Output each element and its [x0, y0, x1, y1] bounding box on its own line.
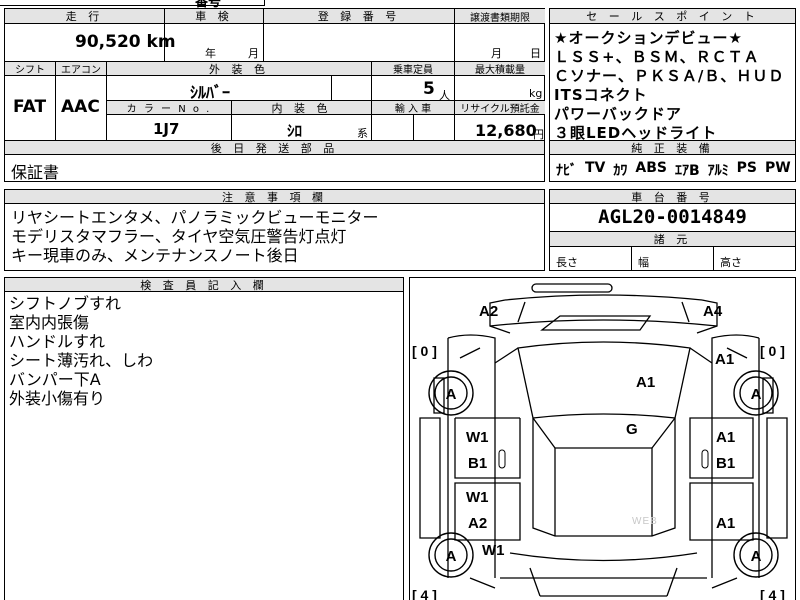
dim-length-label: 長さ — [556, 256, 578, 269]
capacity-header: 乗車定員 — [372, 62, 454, 76]
equipment-item: ｴｱB — [674, 163, 700, 179]
inspector-header: 検 査 員 記 入 欄 — [5, 278, 403, 292]
aircon-header: エアコン — [56, 62, 106, 76]
interior-color-suffix: 系 — [357, 127, 368, 140]
watermark: WEB — [632, 516, 658, 527]
tread-label: [ 4 ] — [760, 587, 785, 600]
chassis-header: 車 台 番 号 — [550, 190, 795, 204]
equipment-item: ABS — [635, 160, 667, 176]
equipment-item: ｱﾙﾐ — [707, 163, 729, 179]
top-fragment-line — [0, 0, 265, 6]
equipment-item: TV — [585, 160, 606, 176]
damage-code: A2 — [468, 515, 487, 532]
equipment-item: PS — [736, 160, 757, 176]
transfer-month-unit: 月 — [491, 47, 502, 60]
equipment-item: ﾅﾋﾞ — [556, 163, 577, 179]
selling-point-line: パワーバックドア — [554, 105, 682, 123]
selling-point-line: Ｃソナー、ＰＫＳＡ/Ｂ、ＨＵＤ — [554, 67, 785, 85]
damage-code: A1 — [715, 351, 734, 368]
inspector-line: 室内内張傷 — [9, 313, 90, 332]
inspector-line: シフトノブすれ — [9, 294, 122, 313]
damage-code: G — [626, 421, 638, 438]
interior-color-value: ｼﾛ — [287, 122, 303, 140]
car-diagram: WEB [ 0 ] [ 0 ] [ 4 ] [ 4 ] A A A A A2 A… — [412, 283, 788, 600]
note-line: キー現車のみ、メンテナンスノート後日 — [11, 246, 299, 265]
shipping-item: 保証書 — [11, 163, 60, 182]
wheel-mark: A — [446, 548, 457, 565]
color-no-value: 1J7 — [153, 120, 180, 138]
recycle-header: リサイクル預託金 — [455, 101, 545, 115]
damage-code: A1 — [716, 429, 735, 446]
inspector-line: ハンドルすれ — [9, 332, 106, 351]
wheel-mark: A — [446, 386, 457, 403]
transfer-header: 譲渡書類期限 — [455, 9, 545, 24]
tread-label: [ 4 ] — [412, 587, 437, 600]
color-no-header: カ ラ ー N o . — [107, 101, 231, 115]
equipment-list: ﾅﾋﾞ TV ｶﾜ ABS ｴｱB ｱﾙﾐ PS PW — [556, 160, 791, 180]
damage-code: A1 — [636, 374, 655, 391]
chassis-box: 車 台 番 号 AGL20-0014849 諸 元 長さ 幅 高さ — [549, 189, 796, 271]
max-load-unit: kg — [529, 87, 543, 100]
equipment-item: ｶﾜ — [613, 163, 628, 179]
selling-points-box: セ ー ル ス ポ イ ン ト ★オークションデビュー★ ＬＳＳ+、ＢＳＭ、ＲＣ… — [549, 8, 796, 142]
damage-code: B1 — [468, 455, 487, 472]
note-line: リヤシートエンタメ、パノラミックビューモニター — [11, 208, 379, 227]
inspector-line: バンパー下A — [9, 370, 101, 389]
damage-code: W1 — [466, 489, 489, 506]
damage-code: W1 — [482, 542, 505, 559]
note-line: モデリスタマフラー、タイヤ空気圧警告灯点灯 — [11, 227, 347, 246]
damage-code: A2 — [479, 303, 498, 320]
shift-header: シフト — [5, 62, 55, 76]
registration-header: 登 録 番 号 — [264, 9, 454, 24]
mileage-header: 走 行 — [5, 9, 164, 24]
equipment-item: PW — [765, 160, 791, 176]
selling-point-line: ＬＳＳ+、ＢＳＭ、ＲＣＴＡ — [554, 48, 760, 66]
inspector-line: 外装小傷有り — [9, 389, 106, 408]
inspector-box: 検 査 員 記 入 欄 シフトノブすれ 室内内張傷 ハンドルすれ シート薄汚れ、… — [4, 277, 404, 600]
selling-point-line: ３眼LEDヘッドライト — [554, 124, 718, 142]
wheel-mark: A — [751, 386, 762, 403]
shipping-header: 後 日 発 送 部 品 — [5, 141, 544, 155]
tread-label: [ 0 ] — [760, 343, 785, 359]
inspection-year-unit: 年 — [205, 47, 216, 60]
notes-header: 注 意 事 項 欄 — [5, 190, 544, 204]
damage-diagram-box: WEB [ 0 ] [ 0 ] [ 4 ] [ 4 ] A A A A A2 A… — [409, 277, 796, 600]
dim-width-label: 幅 — [638, 256, 649, 269]
chassis-value: AGL20-0014849 — [598, 206, 747, 228]
recycle-value: 12,680 — [475, 121, 537, 140]
shift-value: FAT — [13, 97, 47, 117]
exterior-color-header: 外 装 色 — [107, 62, 371, 76]
inspection-header: 車 検 — [165, 9, 263, 24]
notes-box: 注 意 事 項 欄 リヤシートエンタメ、パノラミックビューモニター モデリスタマ… — [4, 189, 545, 271]
inspection-month-unit: 月 — [248, 47, 259, 60]
vehicle-info-table: 走 行 車 検 登 録 番 号 譲渡書類期限 90,520 km 年 月 月 日… — [4, 8, 545, 142]
max-load-header: 最大積載量 — [455, 62, 545, 76]
mileage-value: 90,520 km — [75, 32, 176, 52]
inspector-line: シート薄汚れ、しわ — [9, 351, 154, 370]
dim-height-label: 高さ — [720, 256, 742, 269]
equipment-box: 純 正 装 備 ﾅﾋﾞ TV ｶﾜ ABS ｴｱB ｱﾙﾐ PS PW — [549, 141, 796, 182]
capacity-value: 5 — [423, 79, 435, 99]
recycle-unit: 円 — [533, 128, 544, 141]
aircon-value: AAC — [61, 97, 100, 117]
dimensions-header: 諸 元 — [550, 232, 795, 247]
shipping-parts-box: 後 日 発 送 部 品 保証書 — [4, 141, 545, 182]
damage-code: A1 — [716, 515, 735, 532]
wheel-mark: A — [751, 548, 762, 565]
selling-point-line: ★オークションデビュー★ — [554, 29, 743, 47]
damage-code: B1 — [716, 455, 735, 472]
damage-code: W1 — [466, 429, 489, 446]
interior-color-header: 内 装 色 — [232, 101, 371, 115]
transfer-day-unit: 日 — [530, 47, 541, 60]
tread-label: [ 0 ] — [412, 343, 437, 359]
equipment-header: 純 正 装 備 — [550, 141, 795, 155]
import-header: 輸 入 車 — [372, 101, 454, 115]
selling-points-header: セ ー ル ス ポ イ ン ト — [550, 9, 795, 24]
selling-point-line: ITSコネクト — [554, 86, 648, 104]
damage-code: A4 — [703, 303, 723, 320]
